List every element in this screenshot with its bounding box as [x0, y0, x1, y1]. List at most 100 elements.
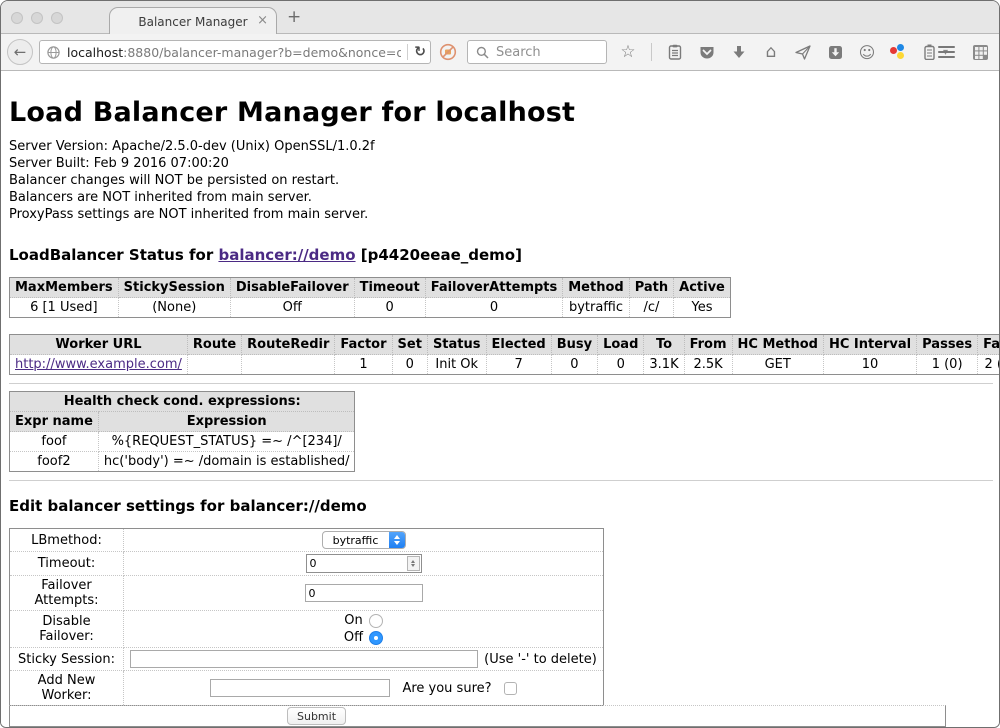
col-failoverattempts: FailoverAttempts [425, 278, 563, 298]
col-hc-interval: HC Interval [823, 335, 916, 355]
colored-dots-extension-icon[interactable] [890, 44, 906, 60]
search-input[interactable] [496, 45, 596, 60]
disable-failover-cell: On Off [124, 611, 604, 648]
window-close-button[interactable] [11, 12, 23, 24]
balancer-demo-link[interactable]: balancer://demo [218, 246, 355, 264]
form-row-sticky-session: Sticky Session: (Use '-' to delete) [10, 648, 604, 671]
sticky-session-input[interactable] [130, 650, 478, 668]
toolbar-icons: ☆ [619, 43, 948, 61]
globe-icon [44, 43, 62, 61]
page-title: Load Balancer Manager for localhost [9, 71, 991, 128]
sticky-session-cell: (Use '-' to delete) [124, 648, 604, 671]
col-worker-url: Worker URL [10, 335, 188, 355]
table-row: http://www.example.com/ 1 0 Init Ok 7 0 … [10, 355, 1000, 375]
navigation-toolbar: ← localhost:8880/balancer-manager?b=demo… [1, 34, 999, 71]
url-divider [407, 44, 408, 60]
download-arrow-icon[interactable] [730, 43, 748, 61]
add-worker-input[interactable] [210, 679, 390, 697]
smiley-icon[interactable]: ☺ [858, 43, 876, 61]
add-worker-cell: Are you sure? [124, 671, 604, 706]
table-row: 6 [1 Used] (None) Off 0 0 bytraffic /c/ … [10, 298, 731, 318]
cell-load: 0 [598, 355, 644, 375]
send-plane-icon[interactable] [794, 43, 812, 61]
download-panel-icon[interactable] [826, 43, 844, 61]
lbmethod-label: LBmethod: [10, 529, 124, 552]
are-you-sure-checkbox[interactable] [504, 682, 517, 695]
worker-url-link[interactable]: http://www.example.com/ [15, 357, 182, 372]
edit-balancer-heading: Edit balancer settings for balancer://de… [9, 497, 991, 515]
page-content: Load Balancer Manager for localhost Serv… [1, 71, 999, 728]
menu-hamburger-icon[interactable] [938, 46, 955, 58]
status-heading-suffix: [p4420eeae_demo] [356, 246, 522, 264]
notes-grid-icon[interactable] [971, 43, 989, 61]
col-routeredir: RouteRedir [242, 335, 335, 355]
cell-hc-interval: 10 [823, 355, 916, 375]
tab-close-icon[interactable]: × [257, 13, 268, 28]
col-set: Set [392, 335, 427, 355]
cell-expr-name: foof [10, 432, 99, 452]
bookmark-star-icon[interactable]: ☆ [619, 43, 637, 61]
back-button[interactable]: ← [7, 39, 33, 65]
lbmethod-selected-value: bytraffic [323, 534, 389, 547]
cell-expression: hc('body') =~ /domain is established/ [98, 452, 355, 472]
are-you-sure-label: Are you sure? [402, 681, 491, 696]
lbmethod-select[interactable]: bytraffic [322, 531, 406, 549]
col-expr-name: Expr name [10, 412, 99, 432]
timeout-input[interactable] [307, 557, 407, 570]
cell-to: 3.1K [644, 355, 684, 375]
col-status: Status [427, 335, 486, 355]
plugin-blocked-icon[interactable] [439, 43, 457, 61]
radio-off-label: Off [344, 630, 363, 645]
window-zoom-button[interactable] [51, 12, 63, 24]
form-row-add-worker: Add New Worker: Are you sure? [10, 671, 604, 706]
disable-failover-off-radio[interactable] [369, 631, 383, 645]
battery-icon[interactable] [920, 43, 938, 61]
col-busy: Busy [551, 335, 597, 355]
server-built-line: Server Built: Feb 9 2016 07:00:20 [9, 155, 991, 172]
cell-fails: 2 (0) [978, 355, 1000, 375]
url-text[interactable]: localhost:8880/balancer-manager?b=demo&n… [67, 45, 401, 60]
new-tab-button[interactable]: + [287, 7, 301, 27]
server-version-line: Server Version: Apache/2.5.0-dev (Unix) … [9, 138, 991, 155]
tab-title: Balancer Manager [138, 15, 247, 29]
search-bar[interactable] [467, 40, 607, 64]
add-worker-label: Add New Worker: [10, 671, 124, 706]
cell-route [187, 355, 241, 375]
table-row: foof2 hc('body') =~ /domain is establish… [10, 452, 355, 472]
table-row: foof %{REQUEST_STATUS} =~ /^[234]/ [10, 432, 355, 452]
form-row-failover-attempts: Failover Attempts: [10, 576, 604, 611]
cell-failoverattempts: 0 [425, 298, 563, 318]
section-divider [9, 480, 993, 481]
reload-button[interactable]: ↻ [414, 44, 426, 60]
back-icon: ← [14, 43, 27, 61]
url-bar[interactable]: localhost:8880/balancer-manager?b=demo&n… [39, 40, 431, 64]
cell-passes: 1 (0) [917, 355, 978, 375]
cell-status: Init Ok [427, 355, 486, 375]
radio-on-label: On [344, 613, 362, 628]
edit-balancer-form: LBmethod: bytraffic Timeout: [9, 528, 604, 706]
pocket-icon[interactable] [698, 43, 716, 61]
select-stepper-icon [389, 531, 405, 549]
number-stepper-icon[interactable] [407, 556, 420, 571]
failover-attempts-input[interactable] [305, 584, 423, 602]
window-minimize-button[interactable] [31, 12, 43, 24]
status-heading-prefix: LoadBalancer Status for [9, 246, 218, 264]
cell-maxmembers: 6 [1 Used] [10, 298, 119, 318]
home-icon[interactable]: ⌂ [762, 43, 780, 61]
tab-balancer-manager[interactable]: Balancer Manager × [109, 7, 277, 35]
cell-from: 2.5K [684, 355, 732, 375]
clipboard-icon[interactable] [666, 43, 684, 61]
form-submit-row: Submit [9, 705, 946, 727]
disable-failover-on-radio[interactable] [369, 614, 383, 628]
cell-elected: 7 [486, 355, 551, 375]
col-factor: Factor [335, 335, 392, 355]
proxypass-note-line: ProxyPass settings are NOT inherited fro… [9, 206, 991, 223]
sticky-session-note: (Use '-' to delete) [484, 652, 597, 667]
col-fails: Fails [978, 335, 1000, 355]
form-row-disable-failover: Disable Failover: On Off [10, 611, 604, 648]
submit-button[interactable]: Submit [287, 707, 346, 725]
col-from: From [684, 335, 732, 355]
col-expression: Expression [98, 412, 355, 432]
section-divider [9, 383, 993, 384]
cell-worker-url: http://www.example.com/ [10, 355, 188, 375]
